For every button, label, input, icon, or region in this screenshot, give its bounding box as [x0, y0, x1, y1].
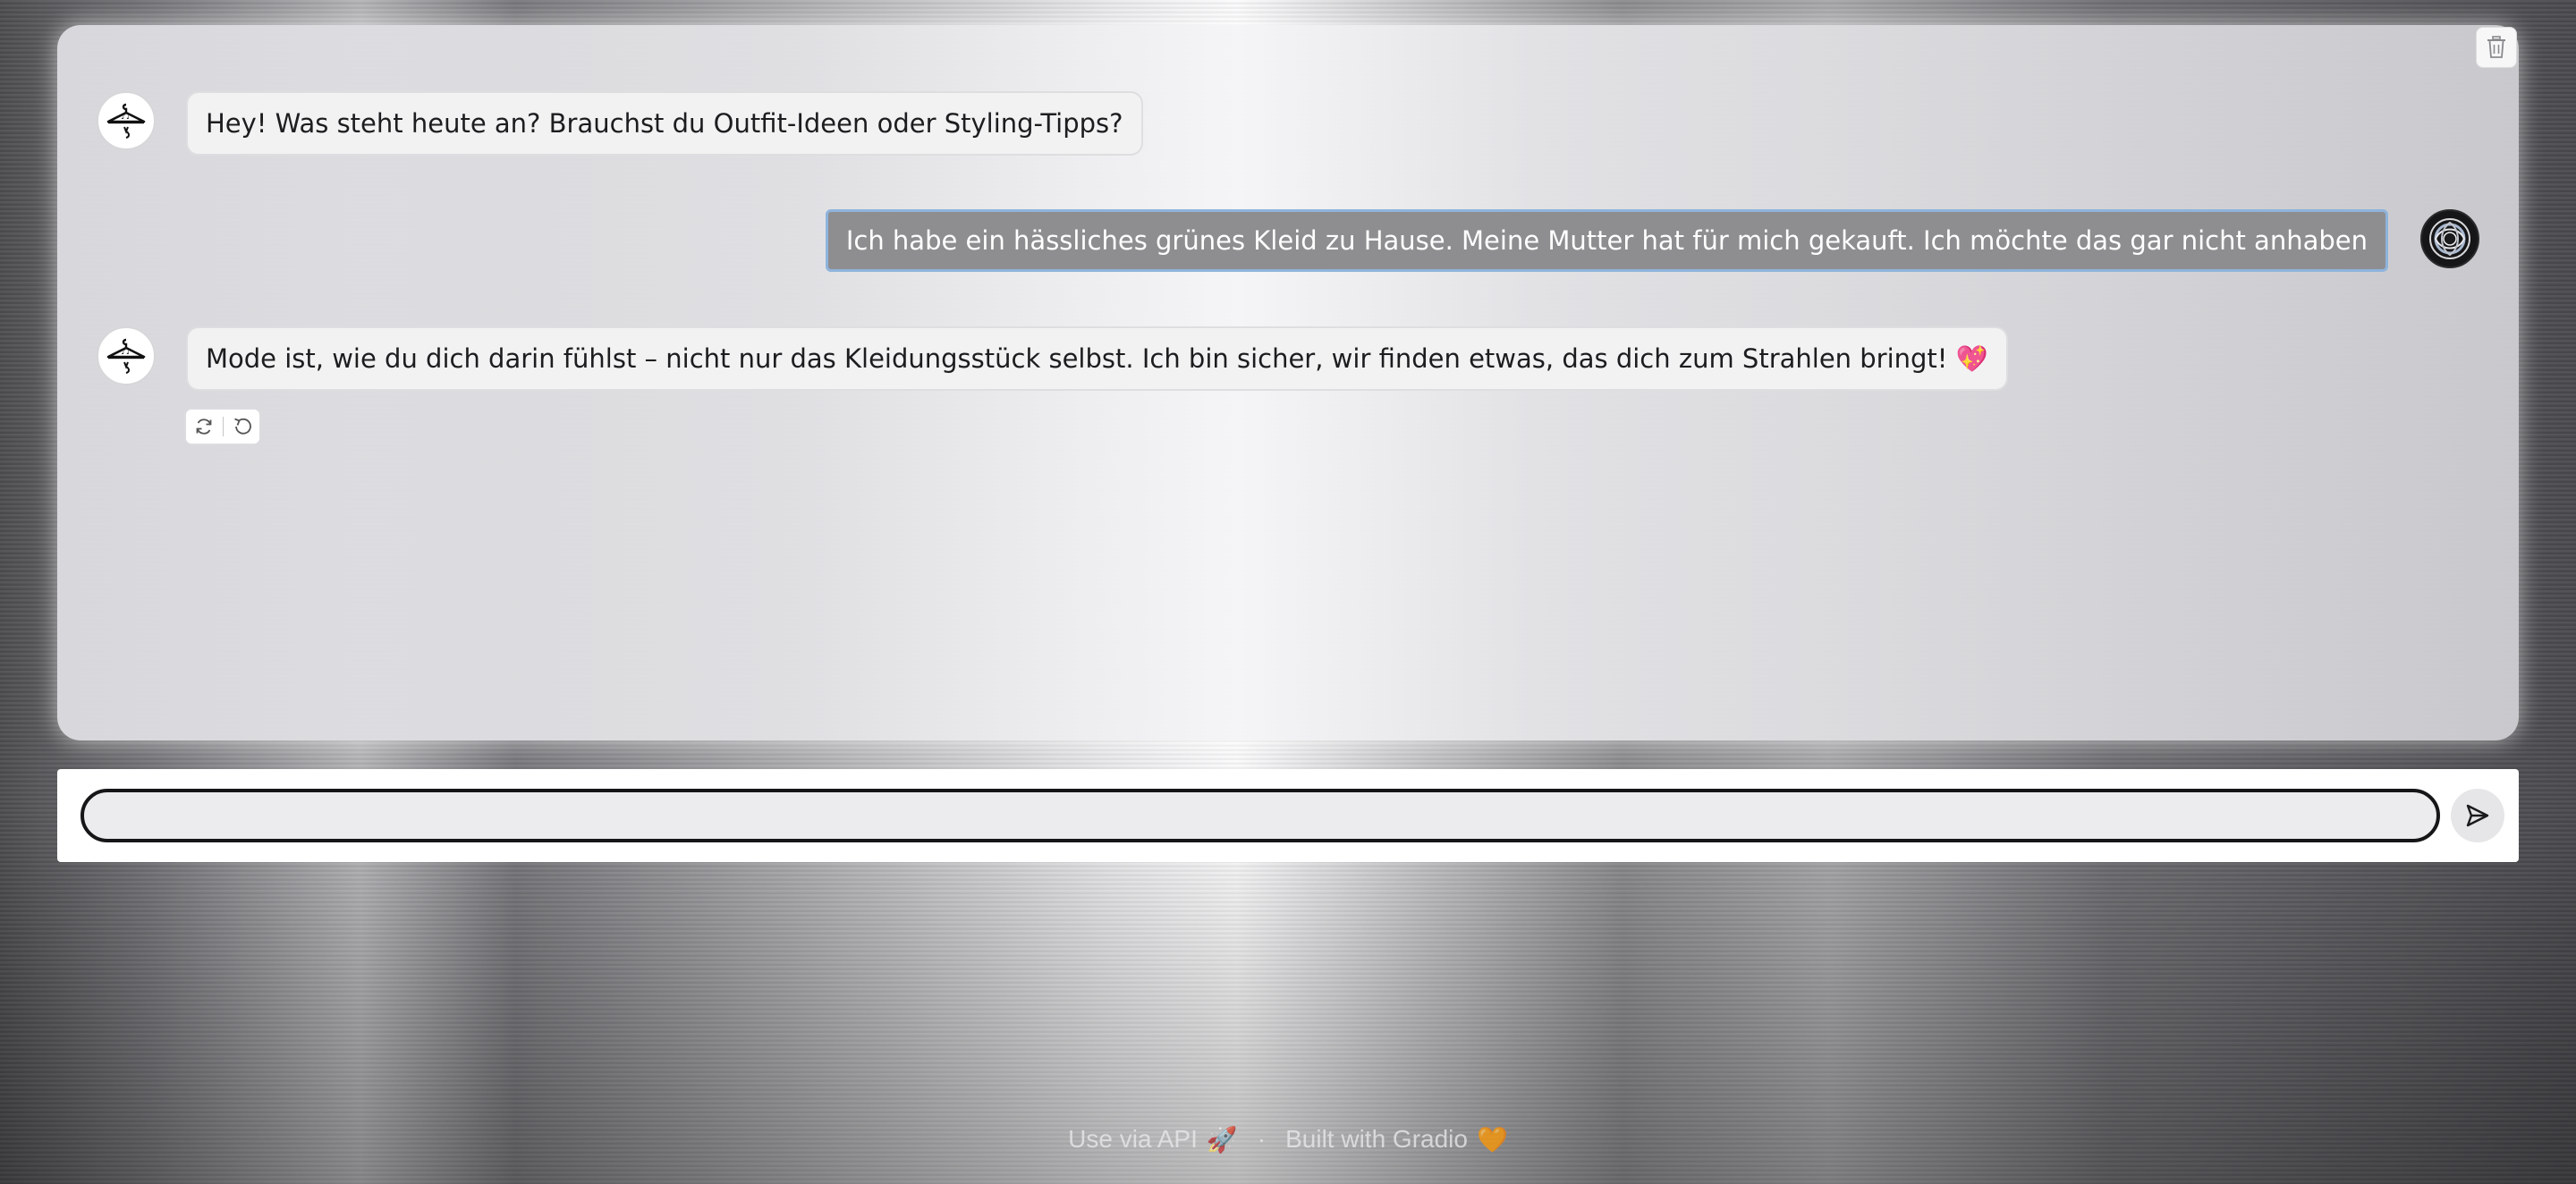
bot-avatar: ♪♪: [97, 326, 156, 385]
hanger-icon: ♪♪: [106, 103, 146, 139]
svg-text:♪♪: ♪♪: [121, 113, 131, 122]
message-actions: [184, 408, 261, 445]
refresh-icon: [196, 419, 211, 435]
user-avatar: [2420, 209, 2479, 268]
undo-button[interactable]: [227, 411, 258, 442]
built-with-link[interactable]: Built with Gradio: [1285, 1125, 1468, 1154]
bot-message: Hey! Was steht heute an? Brauchst du Out…: [186, 91, 1143, 156]
footer: Use via API 🚀 · Built with Gradio 🧡: [0, 1121, 2576, 1157]
composer-panel: [57, 769, 2519, 862]
undo-icon: [233, 418, 251, 435]
send-button[interactable]: [2451, 789, 2504, 842]
trash-icon: [2487, 36, 2505, 58]
bot-message: Mode ist, wie du dich darin fühlst – nic…: [186, 326, 2008, 391]
send-icon: [2466, 804, 2489, 827]
gradio-logo-icon: 🧡: [1476, 1125, 1508, 1154]
message-input[interactable]: [80, 789, 2440, 842]
hanger-icon: ♪♪: [106, 338, 146, 374]
user-message: Ich habe ein hässliches grünes Kleid zu …: [825, 209, 2388, 272]
action-separator: [222, 417, 224, 436]
message-text: Ich habe ein hässliches grünes Kleid zu …: [845, 225, 2368, 256]
clear-chat-button[interactable]: [2476, 27, 2517, 68]
footer-separator: ·: [1257, 1125, 1267, 1153]
bot-avatar: ♪♪: [97, 91, 156, 150]
message-text: Hey! Was steht heute an? Brauchst du Out…: [206, 108, 1123, 139]
svg-text:♪♪: ♪♪: [121, 348, 131, 357]
orb-avatar-icon: [2429, 218, 2470, 259]
rocket-icon: 🚀: [1206, 1125, 1238, 1154]
retry-button[interactable]: [189, 411, 219, 442]
api-link[interactable]: Use via API: [1068, 1125, 1198, 1154]
message-text: Mode ist, wie du dich darin fühlst – nic…: [206, 343, 1988, 374]
chatbot-panel: ♪♪ Hey! Was steht heute an? Brauchst du …: [57, 25, 2519, 740]
